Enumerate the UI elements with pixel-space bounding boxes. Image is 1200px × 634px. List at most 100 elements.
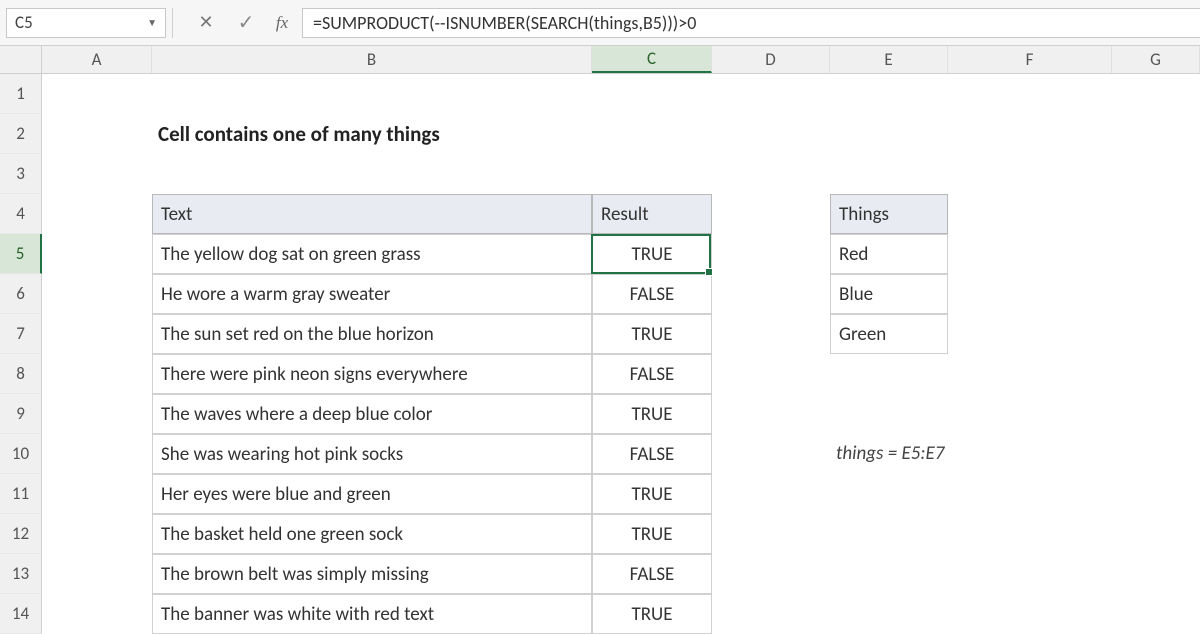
row-header-6[interactable]: 6 (0, 274, 42, 314)
cell-A12[interactable] (42, 514, 152, 554)
row-header-8[interactable]: 8 (0, 354, 42, 394)
cell-A6[interactable] (42, 274, 152, 314)
cell-G5[interactable] (1112, 234, 1200, 274)
cell-A13[interactable] (42, 554, 152, 594)
row-header-9[interactable]: 9 (0, 394, 42, 434)
cell-G3[interactable] (1112, 154, 1200, 194)
cell-G1[interactable] (1112, 74, 1200, 114)
cell-E10-annotation[interactable]: things = E5:E7 (830, 434, 948, 474)
cell-B11[interactable]: Her eyes were blue and green (152, 474, 592, 514)
cell-F3[interactable] (948, 154, 1112, 194)
cell-C5[interactable]: TRUE (592, 234, 712, 274)
cell-D6[interactable] (712, 274, 830, 314)
cell-E1[interactable] (830, 74, 948, 114)
cell-B7[interactable]: The sun set red on the blue horizon (152, 314, 592, 354)
row-header-7[interactable]: 7 (0, 314, 42, 354)
cell-F9[interactable] (948, 394, 1112, 434)
cell-B4-header[interactable]: Text (152, 194, 592, 234)
cell-G14[interactable] (1112, 594, 1200, 634)
cell-C4-header[interactable]: Result (592, 194, 712, 234)
cell-D9[interactable] (712, 394, 830, 434)
cell-G6[interactable] (1112, 274, 1200, 314)
cell-B9[interactable]: The waves where a deep blue color (152, 394, 592, 434)
cell-C3[interactable] (592, 154, 712, 194)
cell-A3[interactable] (42, 154, 152, 194)
cell-E7[interactable]: Green (830, 314, 948, 354)
row-header-14[interactable]: 14 (0, 594, 42, 634)
cell-C9[interactable]: TRUE (592, 394, 712, 434)
cell-E11[interactable] (830, 474, 948, 514)
cell-F4[interactable] (948, 194, 1112, 234)
cell-B8[interactable]: There were pink neon signs everywhere (152, 354, 592, 394)
cell-D3[interactable] (712, 154, 830, 194)
cell-F7[interactable] (948, 314, 1112, 354)
col-header-A[interactable]: A (42, 46, 152, 73)
row-header-1[interactable]: 1 (0, 74, 42, 114)
cell-F13[interactable] (948, 554, 1112, 594)
row-header-4[interactable]: 4 (0, 194, 42, 234)
cell-C8[interactable]: FALSE (592, 354, 712, 394)
cell-D7[interactable] (712, 314, 830, 354)
select-all-corner[interactable] (0, 46, 42, 73)
cell-A7[interactable] (42, 314, 152, 354)
cell-D2[interactable] (712, 114, 830, 154)
cell-B10[interactable]: She was wearing hot pink socks (152, 434, 592, 474)
cell-A4[interactable] (42, 194, 152, 234)
cell-F11[interactable] (948, 474, 1112, 514)
cell-G9[interactable] (1112, 394, 1200, 434)
cell-E9[interactable] (830, 394, 948, 434)
cell-D1[interactable] (712, 74, 830, 114)
cell-G7[interactable] (1112, 314, 1200, 354)
cell-E13[interactable] (830, 554, 948, 594)
cell-G8[interactable] (1112, 354, 1200, 394)
cell-D4[interactable] (712, 194, 830, 234)
cell-G4[interactable] (1112, 194, 1200, 234)
col-header-G[interactable]: G (1112, 46, 1200, 73)
cell-E8[interactable] (830, 354, 948, 394)
cell-D11[interactable] (712, 474, 830, 514)
cell-E6[interactable]: Blue (830, 274, 948, 314)
dropdown-icon[interactable]: ▼ (147, 16, 157, 29)
cell-F2[interactable] (948, 114, 1112, 154)
cell-D8[interactable] (712, 354, 830, 394)
cell-A1[interactable] (42, 74, 152, 114)
cell-G12[interactable] (1112, 514, 1200, 554)
col-header-B[interactable]: B (152, 46, 592, 73)
cell-C11[interactable]: TRUE (592, 474, 712, 514)
cell-E12[interactable] (830, 514, 948, 554)
cell-C6[interactable]: FALSE (592, 274, 712, 314)
row-header-2[interactable]: 2 (0, 114, 42, 154)
cell-B1[interactable] (152, 74, 592, 114)
cell-G13[interactable] (1112, 554, 1200, 594)
cell-E5[interactable]: Red (830, 234, 948, 274)
cell-F5[interactable] (948, 234, 1112, 274)
cell-B5[interactable]: The yellow dog sat on green grass (152, 234, 592, 274)
col-header-C[interactable]: C (592, 46, 712, 73)
col-header-D[interactable]: D (712, 46, 830, 73)
cell-B2-title[interactable]: Cell contains one of many things (152, 114, 592, 154)
cell-C7[interactable]: TRUE (592, 314, 712, 354)
cell-B3[interactable] (152, 154, 592, 194)
cell-B12[interactable]: The basket held one green sock (152, 514, 592, 554)
cell-A9[interactable] (42, 394, 152, 434)
enter-icon[interactable]: ✓ (226, 10, 266, 35)
cell-F12[interactable] (948, 514, 1112, 554)
row-header-11[interactable]: 11 (0, 474, 42, 514)
cell-G10[interactable] (1112, 434, 1200, 474)
cell-A14[interactable] (42, 594, 152, 634)
cancel-icon[interactable]: ✕ (186, 12, 226, 33)
cell-F8[interactable] (948, 354, 1112, 394)
cell-F14[interactable] (948, 594, 1112, 634)
row-header-10[interactable]: 10 (0, 434, 42, 474)
cell-E3[interactable] (830, 154, 948, 194)
cell-G11[interactable] (1112, 474, 1200, 514)
row-header-13[interactable]: 13 (0, 554, 42, 594)
cell-A5[interactable] (42, 234, 152, 274)
cell-E14[interactable] (830, 594, 948, 634)
cell-F6[interactable] (948, 274, 1112, 314)
cell-E4-header[interactable]: Things (830, 194, 948, 234)
cell-C13[interactable]: FALSE (592, 554, 712, 594)
col-header-E[interactable]: E (830, 46, 948, 73)
cell-D10[interactable] (712, 434, 830, 474)
row-header-3[interactable]: 3 (0, 154, 42, 194)
